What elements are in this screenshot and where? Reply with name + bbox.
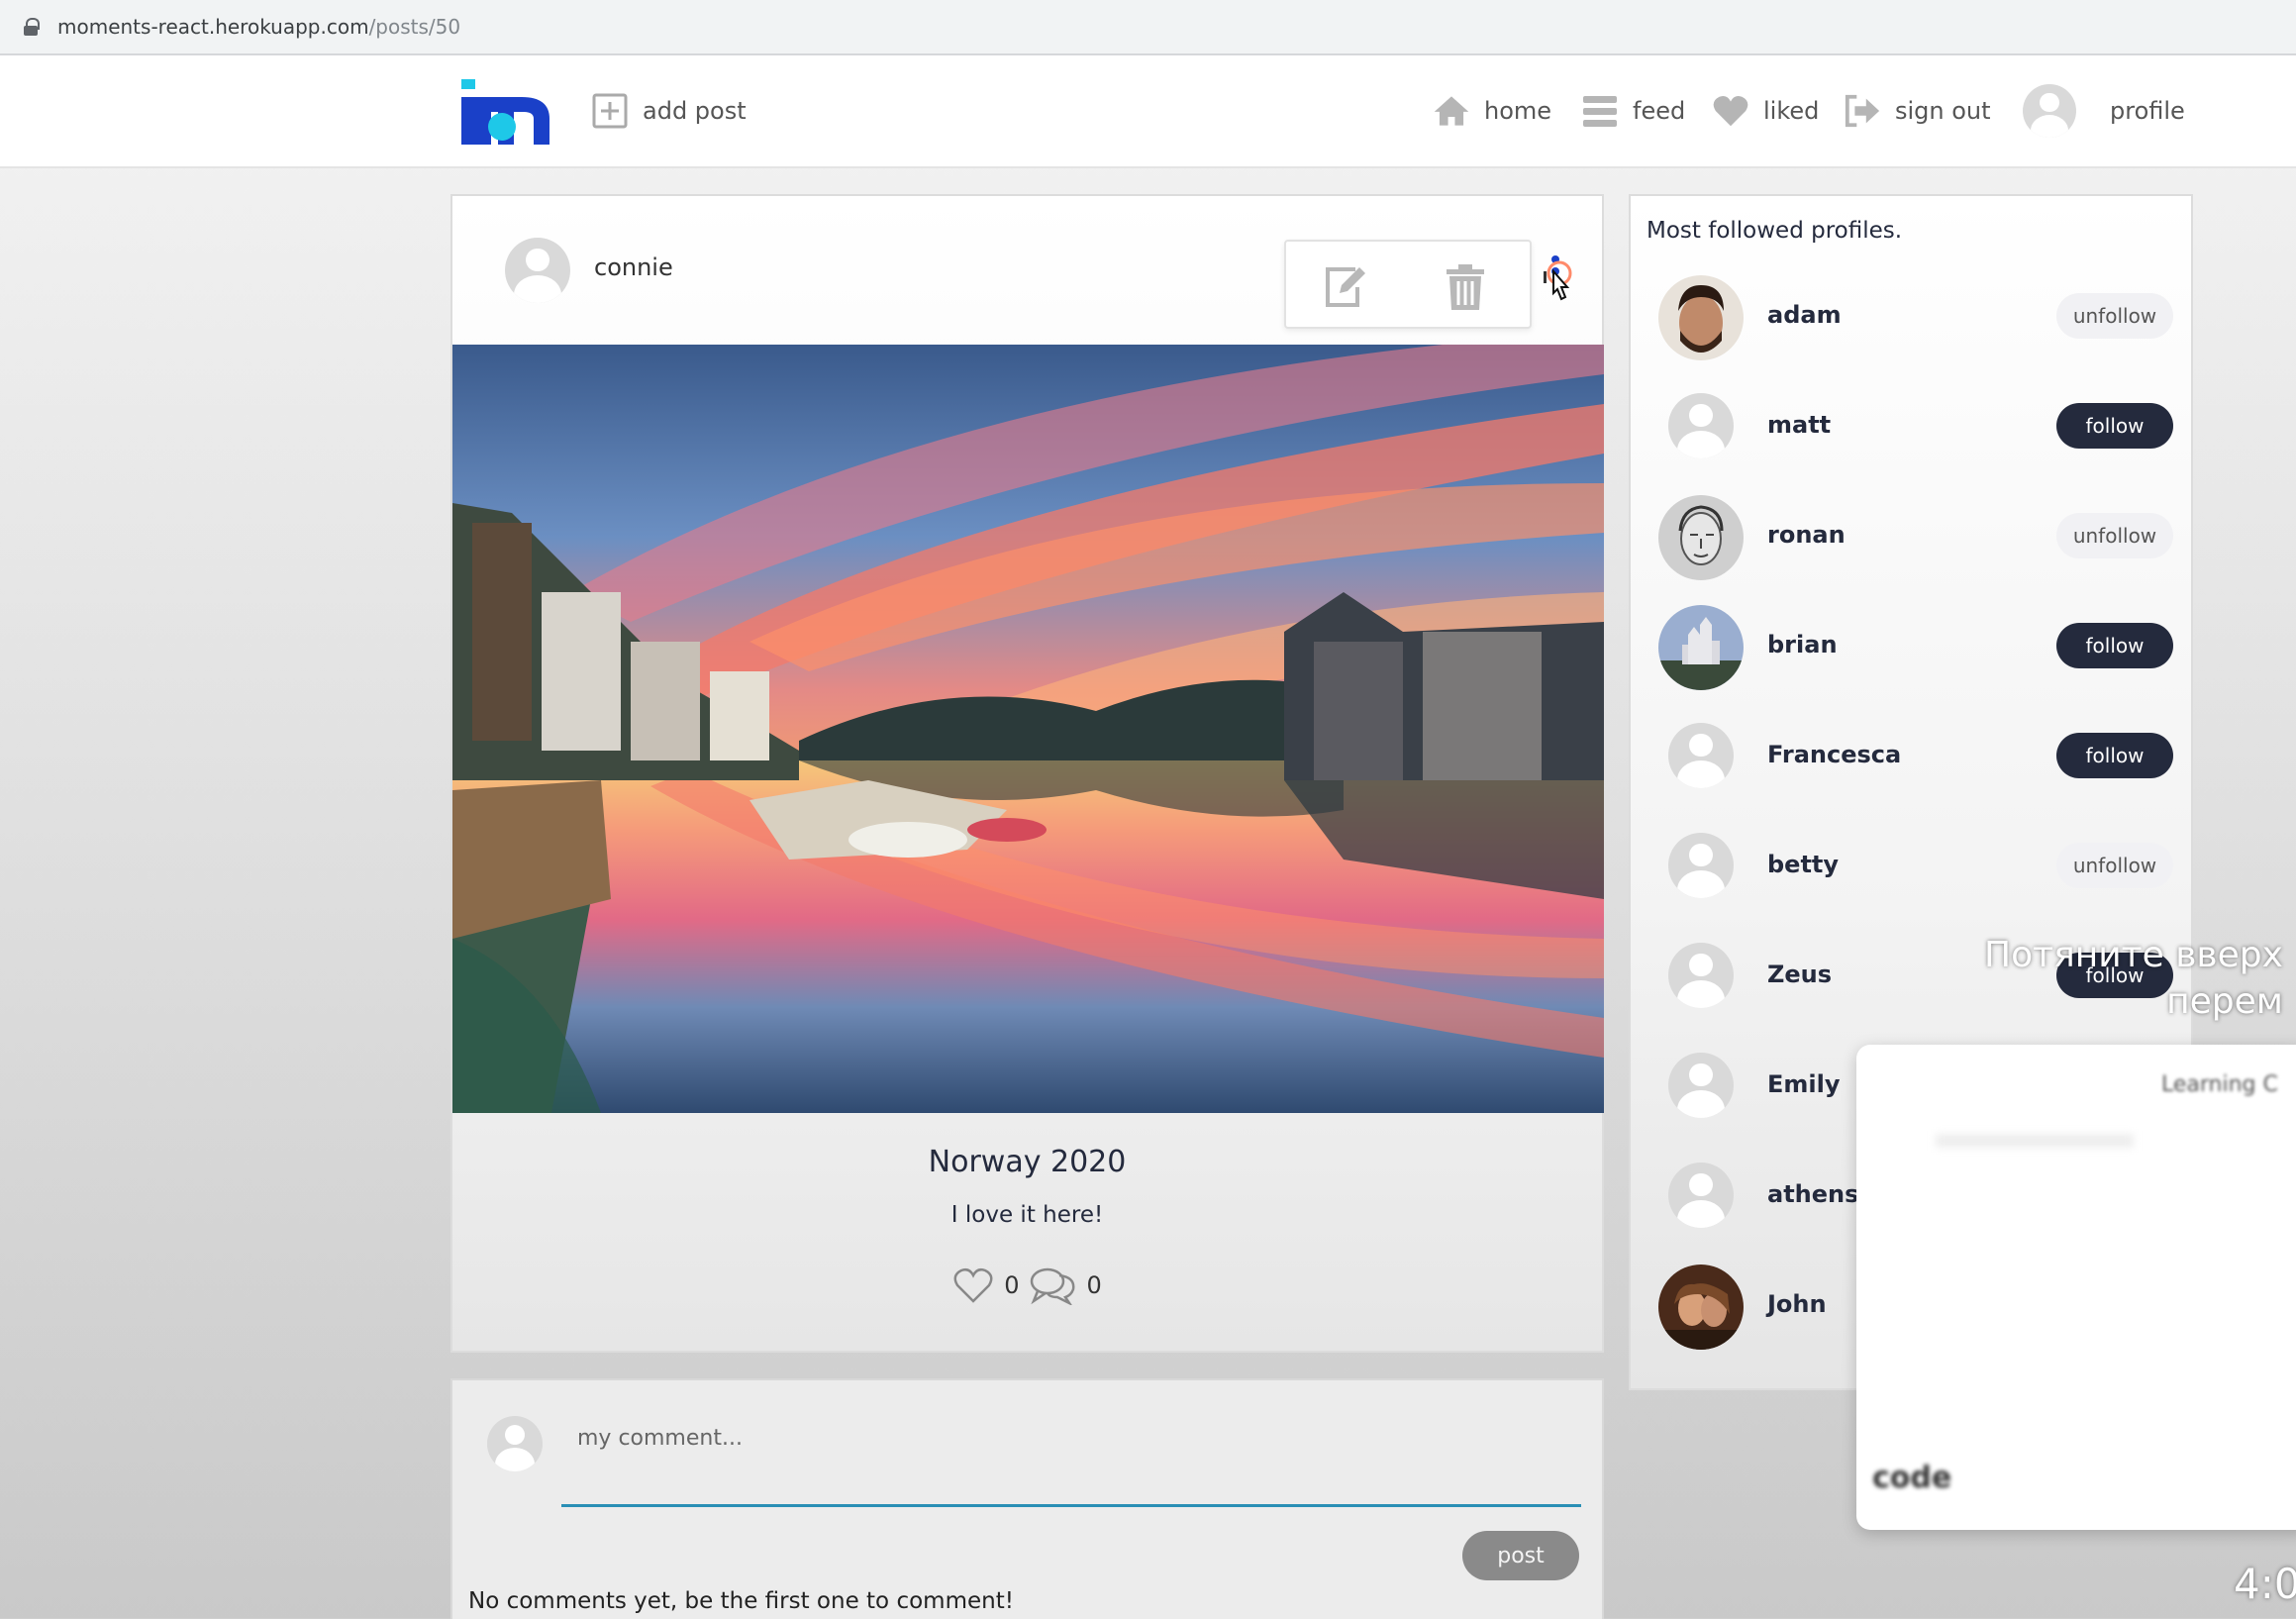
overlay-caption: Потяните вверх перем — [1984, 933, 2283, 1026]
overlay-panel[interactable]: Learning C code — [1856, 1045, 2296, 1530]
trash-icon[interactable] — [1445, 263, 1492, 311]
lock-icon — [24, 18, 40, 36]
profile-row-matt: matt follow — [1631, 375, 2191, 474]
heart-outline-icon[interactable] — [952, 1265, 994, 1305]
nav-feed-label: feed — [1633, 97, 1686, 125]
profile-avatar-zeus[interactable] — [1668, 943, 1734, 1008]
follow-button[interactable]: follow — [2056, 403, 2173, 449]
profile-name[interactable]: Zeus — [1767, 961, 1832, 988]
nav-home[interactable]: home — [1433, 91, 1551, 131]
profile-name[interactable]: adam — [1767, 301, 1842, 329]
nav-profile[interactable]: profile — [2023, 84, 2185, 138]
profile-row-brian: brian follow — [1631, 595, 2191, 694]
comments-count: 0 — [1086, 1271, 1102, 1299]
profile-avatar-francesca[interactable] — [1668, 723, 1734, 788]
profile-avatar-matt[interactable] — [1668, 393, 1734, 458]
post-content: I love it here! — [950, 1202, 1104, 1228]
likes-count: 0 — [1004, 1271, 1020, 1299]
post-stats: 0 0 — [452, 1265, 1602, 1305]
nav-liked[interactable]: liked — [1712, 91, 1819, 131]
profile-name[interactable]: Francesca — [1767, 741, 1901, 768]
profile-name[interactable]: brian — [1767, 631, 1838, 658]
no-comments-message: No comments yet, be the first one to com… — [468, 1588, 1014, 1614]
unfollow-button[interactable]: unfollow — [2056, 513, 2173, 558]
profile-row-francesca: Francesca follow — [1631, 705, 2191, 804]
profile-row-betty: betty unfollow — [1631, 815, 2191, 914]
nav-sign-out[interactable]: sign out — [1844, 91, 1991, 131]
profile-avatar-brian[interactable] — [1658, 605, 1744, 690]
profile-name[interactable]: betty — [1767, 851, 1839, 878]
post-image[interactable] — [452, 345, 1604, 1113]
post-author-name[interactable]: connie — [594, 253, 673, 281]
profile-avatar-ronan[interactable] — [1658, 495, 1744, 580]
profile-name[interactable]: athens — [1767, 1180, 1858, 1208]
list-icon — [1581, 92, 1619, 130]
video-timestamp: 4:0 — [2234, 1560, 2296, 1608]
profile-avatar-athens[interactable] — [1668, 1163, 1734, 1228]
post-card: connie Norway 2020 I love it here! 0 0 — [450, 194, 1604, 1353]
profile-avatar-adam[interactable] — [1658, 275, 1744, 360]
overlay-caption-line2: перем — [2166, 980, 2283, 1022]
nav-sign-out-label: sign out — [1895, 97, 1991, 125]
plus-square-icon — [591, 92, 629, 130]
follow-button[interactable]: follow — [2056, 733, 2173, 778]
edit-icon[interactable] — [1322, 263, 1369, 311]
nav-home-label: home — [1484, 97, 1552, 125]
comment-input[interactable] — [561, 1400, 1581, 1507]
overlay-caption-line1: Потяните вверх — [1984, 935, 2283, 975]
profile-name[interactable]: ronan — [1767, 521, 1846, 549]
url-path: /posts/50 — [368, 15, 461, 39]
nav-liked-label: liked — [1763, 97, 1820, 125]
nav-profile-label: profile — [2110, 97, 2185, 125]
unfollow-button[interactable]: unfollow — [2056, 293, 2173, 339]
profile-name[interactable]: John — [1767, 1290, 1827, 1318]
post-title: Norway 2020 — [928, 1145, 1127, 1179]
profile-row-ronan: ronan unfollow — [1631, 485, 2191, 584]
profile-avatar-betty[interactable] — [1668, 833, 1734, 898]
browser-address-bar[interactable]: moments-react.herokuapp.com/posts/50 — [0, 0, 2296, 55]
unfollow-button[interactable]: unfollow — [2056, 843, 2173, 888]
moments-logo[interactable] — [458, 75, 552, 147]
overlay-panel-label: Learning C — [2161, 1072, 2278, 1097]
post-header: connie — [452, 196, 1602, 345]
overlay-panel-logo: code — [1872, 1461, 1952, 1495]
comment-avatar — [487, 1416, 543, 1471]
profile-avatar-emily[interactable] — [1668, 1053, 1734, 1118]
post-comment-button[interactable]: post — [1462, 1531, 1579, 1580]
comments-icon[interactable] — [1030, 1265, 1077, 1305]
more-options-icon[interactable] — [1544, 252, 1579, 307]
post-edit-menu — [1284, 240, 1532, 329]
nav-add-post-label: add post — [643, 97, 747, 125]
profiles-title: Most followed profiles. — [1647, 218, 1903, 244]
sign-out-icon — [1844, 92, 1881, 130]
profile-name[interactable]: Emily — [1767, 1070, 1841, 1098]
follow-button[interactable]: follow — [2056, 623, 2173, 668]
heart-icon — [1712, 92, 1749, 130]
nav-add-post[interactable]: add post — [591, 91, 747, 131]
profile-avatar — [2023, 84, 2076, 138]
nav-feed[interactable]: feed — [1581, 91, 1685, 131]
url-host: moments-react.herokuapp.com — [57, 15, 369, 39]
profile-avatar-john[interactable] — [1658, 1265, 1744, 1350]
post-author-avatar[interactable] — [505, 238, 570, 303]
overlay-panel-bar — [1936, 1134, 2134, 1148]
comment-form: post No comments yet, be the first one t… — [450, 1378, 1604, 1619]
profile-row-adam: adam unfollow — [1631, 265, 2191, 364]
navbar: add post home feed liked sign out profil… — [0, 55, 2296, 168]
home-icon — [1433, 92, 1470, 130]
profile-name[interactable]: matt — [1767, 411, 1831, 439]
